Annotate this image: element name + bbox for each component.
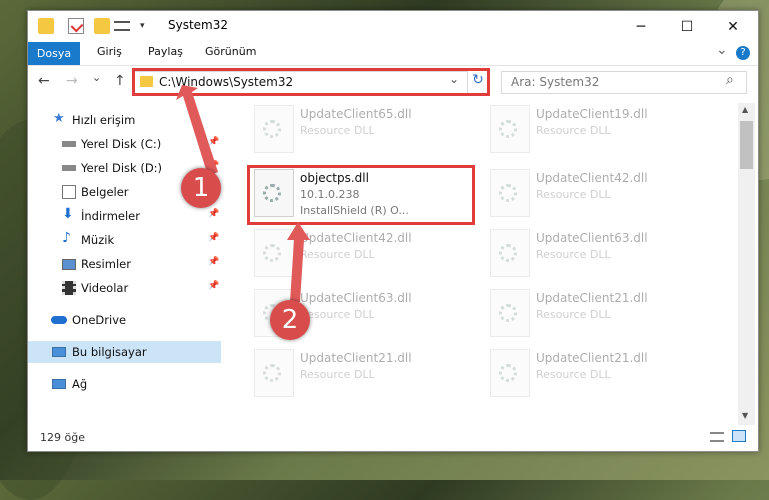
annotation-arrows	[176, 85, 310, 302]
step-badge-1: 1	[181, 168, 221, 208]
arrow-1	[176, 85, 218, 176]
arrow-2	[287, 222, 310, 302]
step-badge-2: 2	[270, 300, 310, 340]
